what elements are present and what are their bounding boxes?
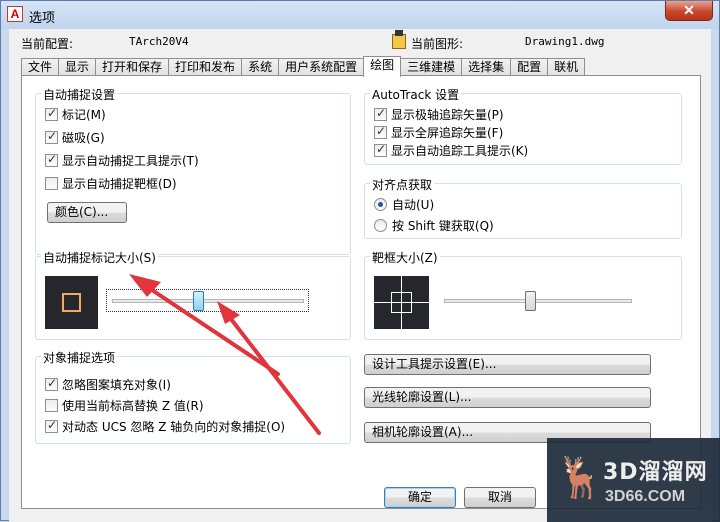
tab-drafting[interactable]: 绘图 bbox=[363, 56, 402, 77]
deer-logo-icon: 🦌 bbox=[555, 455, 605, 501]
annotation-arrow-2 bbox=[229, 317, 321, 435]
annotation-arrow-1 bbox=[147, 286, 280, 376]
watermark: 🦌 3D溜溜网 3D66.COM bbox=[547, 438, 720, 522]
annotation-arrow-2-head bbox=[217, 301, 240, 324]
options-dialog: A 选项 ✕ 当前配置: TArch20V4 当前图形: Drawing1.dw… bbox=[0, 0, 720, 522]
watermark-brand: 3D溜溜网 bbox=[603, 460, 708, 485]
watermark-domain: 3D66.COM bbox=[605, 488, 686, 505]
